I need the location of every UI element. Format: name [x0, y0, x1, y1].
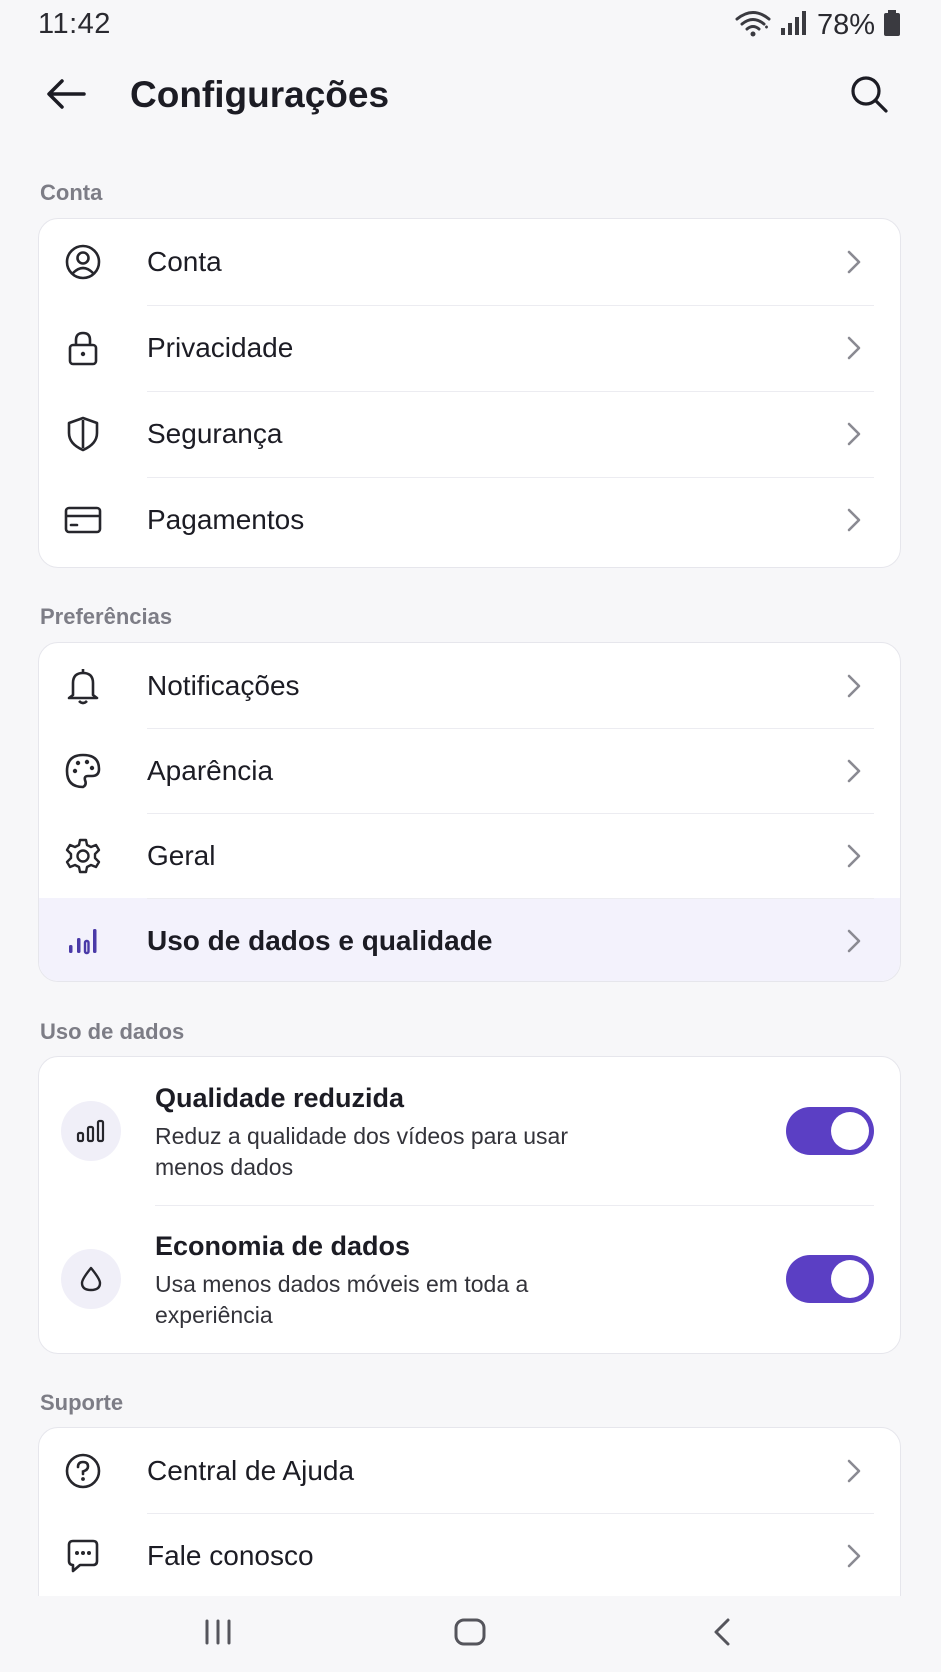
credit-card-icon	[63, 500, 103, 540]
chat-icon	[63, 1536, 103, 1576]
data-usage-card: Qualidade reduzida Reduz a qualidade dos…	[38, 1056, 901, 1354]
back-nav-icon	[710, 1617, 734, 1652]
status-bar: 11:42 78%	[0, 0, 941, 50]
settings-item-label: Aparência	[147, 754, 274, 786]
settings-item-label: Geral	[147, 839, 216, 871]
chevron-right-icon	[844, 248, 864, 276]
recent-apps-button[interactable]	[190, 1610, 246, 1658]
back-nav-button[interactable]	[694, 1610, 750, 1658]
chevron-right-icon	[844, 1542, 864, 1570]
chevron-right-icon	[844, 506, 864, 534]
bell-icon	[63, 666, 103, 706]
section-header-account: Conta	[40, 180, 103, 205]
settings-item-label: Conta	[147, 246, 222, 277]
lock-icon	[63, 328, 103, 368]
palette-icon	[63, 751, 103, 791]
switch-knob	[831, 1112, 869, 1150]
settings-item-contact-us[interactable]: Fale conosco	[39, 1513, 900, 1598]
arrow-left-icon	[46, 78, 86, 115]
page-title: Configurações	[130, 74, 390, 115]
settings-item-privacy[interactable]: Privacidade	[39, 305, 900, 391]
battery-icon	[883, 9, 901, 42]
chevron-right-icon	[844, 757, 864, 785]
chevron-right-icon	[844, 672, 864, 700]
settings-item-help-center[interactable]: Central de Ajuda	[39, 1428, 900, 1513]
section-header-preferences: Preferências	[40, 604, 173, 629]
section-header-support: Suporte	[40, 1390, 124, 1415]
toggle-title: Qualidade reduzida	[155, 1083, 405, 1113]
toggle-row-reduced-quality: Qualidade reduzida Reduz a qualidade dos…	[39, 1057, 900, 1205]
settings-item-label: Pagamentos	[147, 504, 305, 535]
status-icons: 78%	[735, 9, 901, 41]
settings-item-security[interactable]: Segurança	[39, 391, 900, 477]
app-bar: Configurações	[0, 60, 941, 132]
settings-item-account[interactable]: Conta	[39, 219, 900, 305]
chevron-right-icon	[844, 927, 864, 955]
home-icon	[453, 1617, 487, 1652]
reduced-quality-switch[interactable]	[786, 1107, 874, 1155]
chevron-right-icon	[844, 420, 864, 448]
search-button[interactable]	[845, 72, 893, 120]
toggle-description: Usa menos dados móveis em toda a experiê…	[155, 1271, 529, 1328]
toggle-title: Economia de dados	[155, 1231, 411, 1261]
account-card: Conta Privacidade Segurança Pagamentos	[38, 218, 901, 568]
user-circle-icon	[63, 242, 103, 282]
chevron-right-icon	[844, 1457, 864, 1485]
switch-knob	[831, 1260, 869, 1298]
section-header-data-usage: Uso de dados	[40, 1019, 185, 1044]
toggle-description: Reduz a qualidade dos vídeos para usar m…	[155, 1123, 569, 1180]
settings-item-label: Notificações	[147, 669, 300, 701]
bars-icon	[61, 1101, 121, 1161]
settings-item-data-usage[interactable]: Uso de dados e qualidade	[39, 898, 900, 981]
settings-item-label: Central de Ajuda	[147, 1454, 355, 1486]
status-time: 11:42	[38, 8, 111, 40]
system-nav-bar	[0, 1596, 941, 1672]
battery-percent: 78%	[816, 8, 875, 41]
wifi-icon	[735, 9, 771, 42]
droplet-icon	[61, 1249, 121, 1309]
shield-icon	[63, 414, 103, 454]
search-icon	[849, 74, 889, 119]
settings-item-appearance[interactable]: Aparência	[39, 728, 900, 813]
chevron-right-icon	[844, 334, 864, 362]
settings-item-label: Privacidade	[147, 332, 294, 363]
settings-item-label: Fale conosco	[147, 1539, 314, 1571]
home-button[interactable]	[442, 1610, 498, 1658]
toggle-row-data-saver: Economia de dados Usa menos dados móveis…	[39, 1205, 900, 1353]
data-saver-switch[interactable]	[786, 1255, 874, 1303]
chevron-right-icon	[844, 842, 864, 870]
settings-screen: 11:42 78% Configurações Conta Conta Priv…	[0, 0, 941, 1672]
help-circle-icon	[63, 1451, 103, 1491]
settings-item-payments[interactable]: Pagamentos	[39, 477, 900, 563]
settings-item-label: Uso de dados e qualidade	[147, 924, 493, 956]
data-bars-icon	[63, 921, 103, 961]
signal-icon	[779, 10, 809, 41]
settings-item-general[interactable]: Geral	[39, 813, 900, 898]
recent-apps-icon	[201, 1618, 235, 1651]
gear-icon	[63, 836, 103, 876]
settings-item-label: Segurança	[147, 418, 283, 449]
settings-item-notifications[interactable]: Notificações	[39, 643, 900, 728]
back-button[interactable]	[42, 72, 90, 120]
preferences-card: Notificações Aparência Geral Uso de dado…	[38, 642, 901, 982]
